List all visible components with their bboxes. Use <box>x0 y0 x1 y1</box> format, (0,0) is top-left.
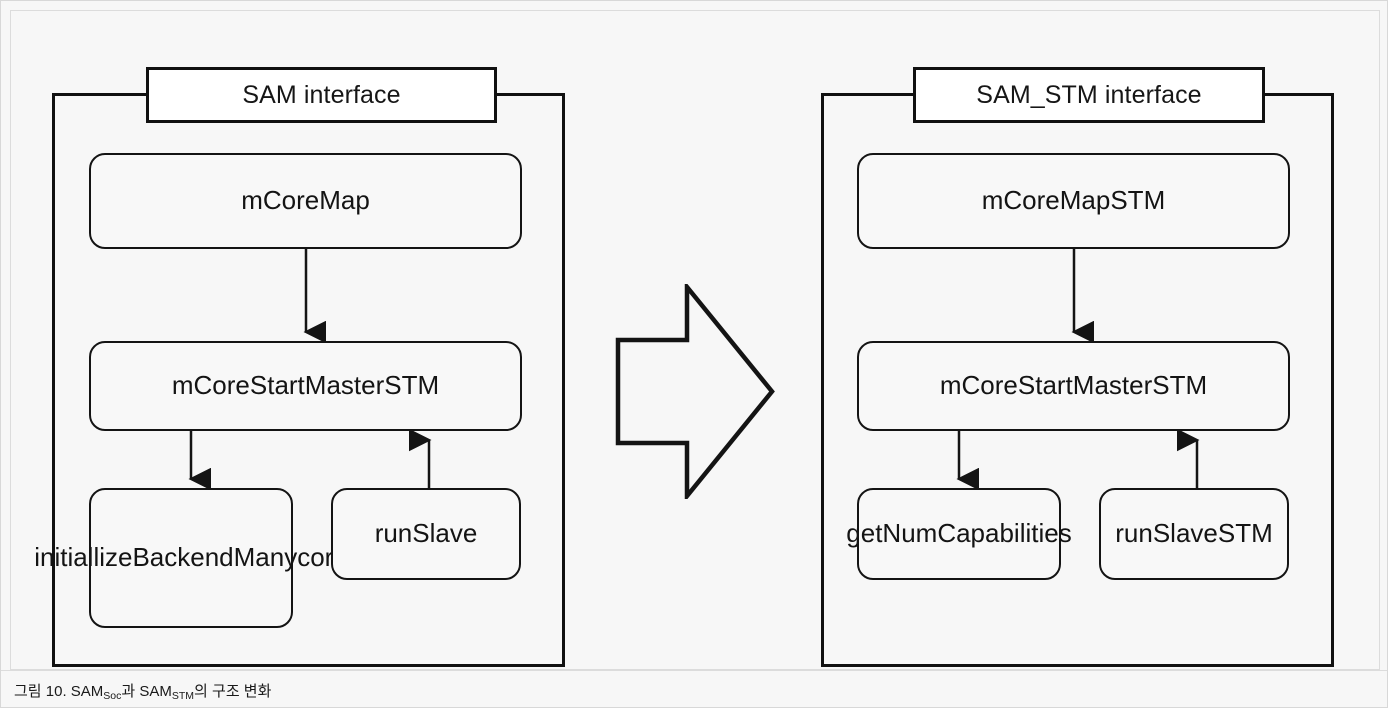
package-header-sam[interactable]: SAM interface <box>146 67 497 123</box>
node-mcoremapstm[interactable]: mCoreMapSTM <box>857 153 1290 249</box>
node-mcorestartmasterstm-right-label: mCoreStartMasterSTM <box>939 370 1208 401</box>
node-mcoremap[interactable]: mCoreMap <box>89 153 522 249</box>
node-mcorestartmasterstm-right[interactable]: mCoreStartMasterSTM <box>857 341 1290 431</box>
caption-middle: 과 SAM <box>121 682 172 700</box>
node-initiallizebackendmanycore[interactable]: initiallizeBackendManycore <box>34 488 348 628</box>
node-initiallizebackendmanycore-label: initiallizeBackendManycore <box>34 542 348 573</box>
node-runslave-label: runSlave <box>374 518 478 549</box>
node-mcorestartmasterstm-left[interactable]: mCoreStartMasterSTM <box>89 341 522 431</box>
node-runslavestm[interactable]: runSlaveSTM <box>1099 488 1289 580</box>
package-header-sam-stm[interactable]: SAM_STM interface <box>913 67 1265 123</box>
caption-subscript-stm: STM <box>171 689 195 702</box>
node-getnumcapabilities[interactable]: getNumCapabilities <box>846 488 1072 580</box>
package-header-sam-stm-label: SAM_STM interface <box>976 80 1202 109</box>
figure-caption-bar: 그림 10. SAMSoc과 SAMSTM의 구조 변화 <box>1 670 1387 707</box>
package-header-sam-label: SAM interface <box>242 80 401 109</box>
caption-suffix: 의 구조 변화 <box>194 682 272 700</box>
caption-prefix: 그림 10. SAM <box>14 682 104 700</box>
node-mcorestartmasterstm-left-label: mCoreStartMasterSTM <box>171 370 440 401</box>
node-getnumcapabilities-label: getNumCapabilities <box>846 518 1072 549</box>
node-mcoremapstm-label: mCoreMapSTM <box>981 185 1166 216</box>
block-arrow-right-icon <box>615 284 775 499</box>
node-mcoremap-label: mCoreMap <box>241 185 370 216</box>
diagram-canvas: SAM interface mCoreMap mCoreStartMasterS… <box>1 1 1387 707</box>
node-runslavestm-label: runSlaveSTM <box>1115 518 1273 549</box>
node-runslave[interactable]: runSlave <box>331 488 521 580</box>
figure-caption: 그림 10. SAMSoc과 SAMSTM의 구조 변화 <box>1 680 272 702</box>
figure-container: SAM interface mCoreMap mCoreStartMasterS… <box>0 0 1388 708</box>
caption-subscript-soc: Soc <box>103 689 122 702</box>
